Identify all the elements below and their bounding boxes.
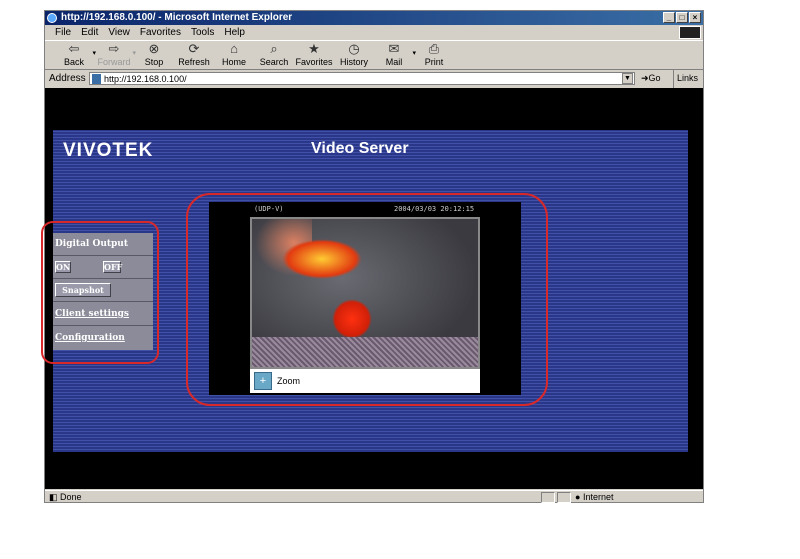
menu-favorites[interactable]: Favorites xyxy=(140,25,181,40)
toolbar: ⇦ Back ▾ ⇨ Forward ▾ ⊗ Stop ⟳ Refresh ⌂ Home ⌕ S… xyxy=(45,40,703,70)
page-title: Video Server xyxy=(311,140,409,157)
ie-icon xyxy=(47,13,57,23)
history-icon: ◷ xyxy=(348,41,360,56)
forward-arrow-icon: ⇨ xyxy=(108,41,120,56)
address-url: http://192.168.0.100/ xyxy=(104,74,187,84)
stop-button[interactable]: ⊗ Stop xyxy=(135,41,173,69)
menu-bar: File Edit View Favorites Tools Help xyxy=(45,25,703,40)
print-icon: ⎙ xyxy=(428,41,440,56)
window-title: http://192.168.0.100/ - Microsoft Intern… xyxy=(61,12,293,23)
title-bar: http://192.168.0.100/ - Microsoft Intern… xyxy=(45,11,703,25)
windows-logo-icon xyxy=(679,26,701,39)
search-icon: ⌕ xyxy=(270,41,278,56)
minimize-button[interactable]: _ xyxy=(663,12,675,23)
back-arrow-icon: ⇦ xyxy=(68,41,80,56)
close-button[interactable]: × xyxy=(689,12,701,23)
menu-highlight-outline xyxy=(41,221,159,364)
mail-icon: ✉ xyxy=(388,41,400,56)
history-button[interactable]: ◷ History xyxy=(335,41,373,69)
vivotek-logo: VIVOTEK xyxy=(63,140,154,161)
menu-help[interactable]: Help xyxy=(224,25,245,40)
menu-file[interactable]: File xyxy=(55,25,71,40)
mail-button[interactable]: ✉ Mail ▾ xyxy=(375,41,416,69)
go-button[interactable]: ➜Go xyxy=(641,70,661,87)
menu-tools[interactable]: Tools xyxy=(191,25,214,40)
menu-edit[interactable]: Edit xyxy=(81,25,98,40)
address-label: Address xyxy=(49,73,86,84)
print-button[interactable]: ⎙ Print xyxy=(415,41,453,69)
home-button[interactable]: ⌂ Home xyxy=(215,41,253,69)
search-button[interactable]: ⌕ Search xyxy=(255,41,293,69)
status-bar: ◧ Done ● Internet xyxy=(45,490,703,503)
internet-zone: ● Internet xyxy=(575,492,614,502)
maximize-button[interactable]: □ xyxy=(676,12,688,23)
refresh-button[interactable]: ⟳ Refresh xyxy=(175,41,213,69)
favorites-icon: ★ xyxy=(308,41,320,56)
refresh-icon: ⟳ xyxy=(188,41,200,56)
video-highlight-outline xyxy=(186,193,548,406)
chevron-down-icon[interactable]: ▼ xyxy=(622,73,633,84)
stop-icon: ⊗ xyxy=(148,41,160,56)
menu-view[interactable]: View xyxy=(108,25,130,40)
home-icon: ⌂ xyxy=(230,41,238,56)
page-icon xyxy=(92,74,101,84)
forward-button[interactable]: ⇨ Forward ▾ xyxy=(95,41,136,69)
address-bar: Address http://192.168.0.100/ ▼ ➜Go Link… xyxy=(45,70,703,104)
back-button[interactable]: ⇦ Back ▾ xyxy=(55,41,96,69)
status-text: ◧ Done xyxy=(49,492,82,502)
address-input[interactable]: http://192.168.0.100/ ▼ xyxy=(89,72,635,85)
favorites-button[interactable]: ★ Favorites xyxy=(295,41,333,69)
